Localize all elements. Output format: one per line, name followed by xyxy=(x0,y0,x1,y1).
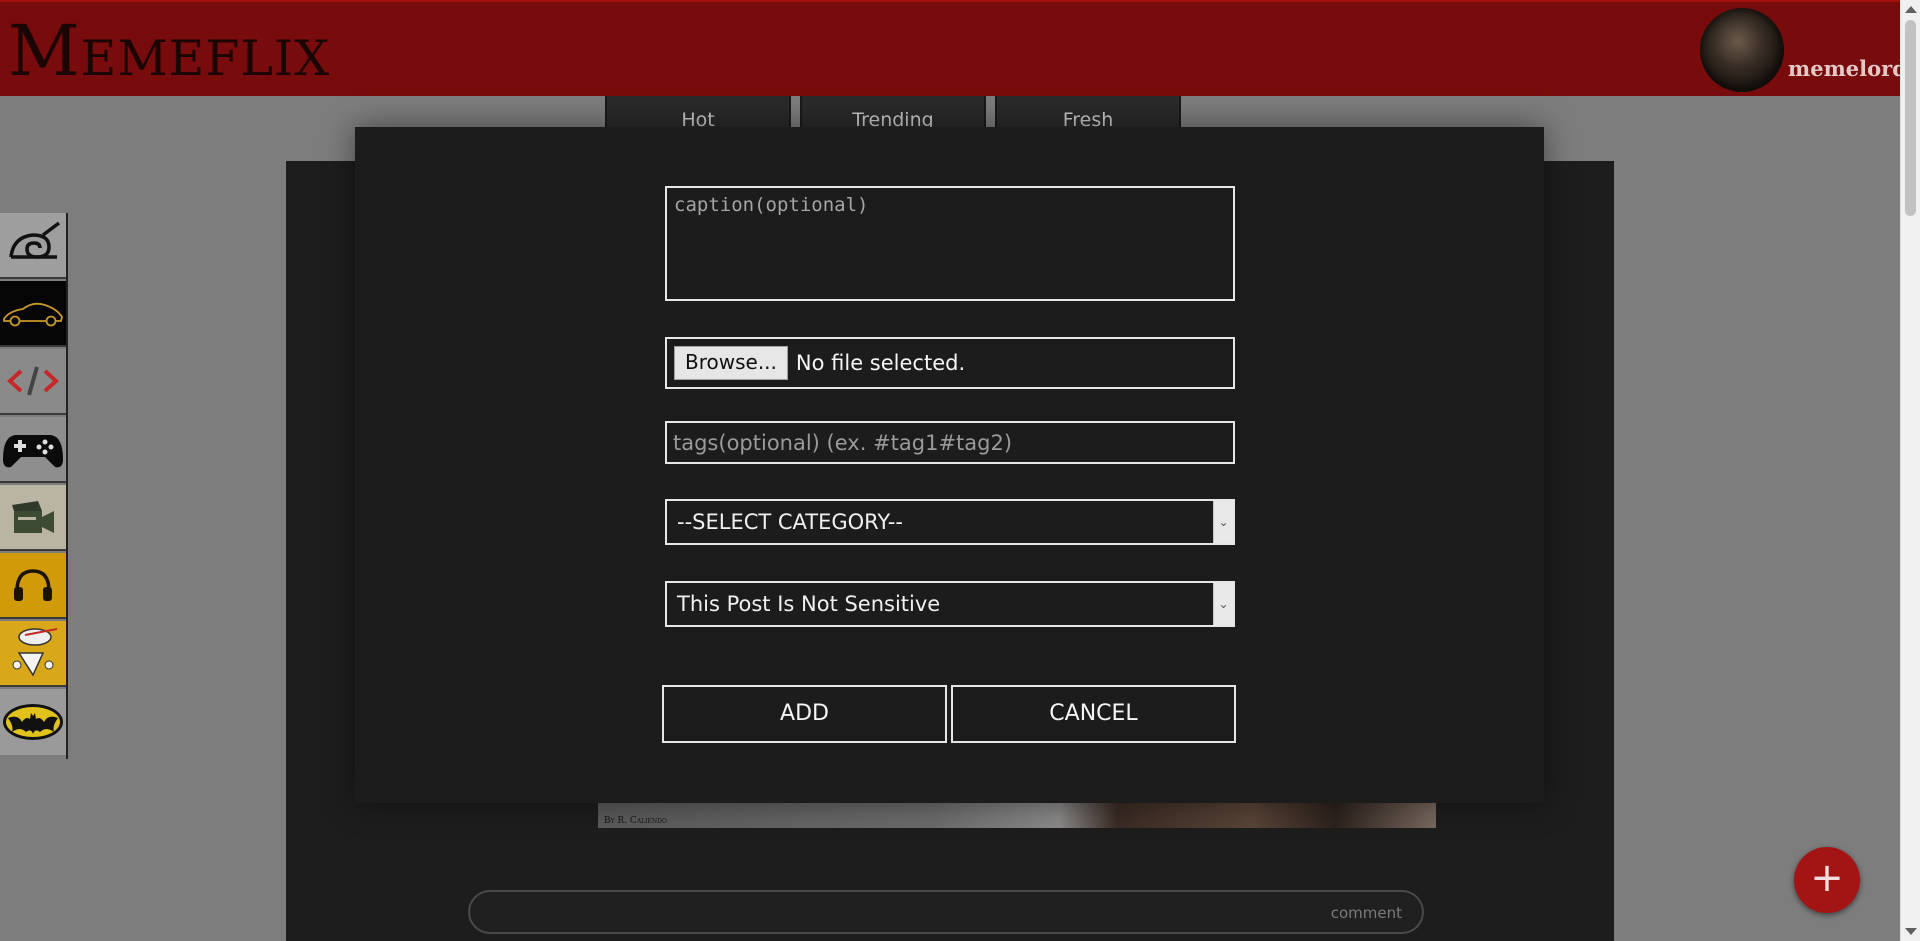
category-sidebar xyxy=(0,213,68,759)
scroll-down-icon[interactable] xyxy=(1905,928,1917,935)
username-label[interactable]: memelord xyxy=(1788,56,1907,81)
category-cars[interactable] xyxy=(0,281,66,347)
category-gaming[interactable] xyxy=(0,417,66,483)
user-avatar[interactable] xyxy=(1700,8,1784,92)
gamepad-icon xyxy=(3,435,63,468)
category-anime[interactable] xyxy=(0,213,66,279)
site-logo[interactable]: Memeflix xyxy=(8,16,330,86)
add-post-modal: Browse... No file selected. --SELECT CAT… xyxy=(355,127,1544,803)
cartoon-character-icon xyxy=(12,628,58,677)
cancel-button[interactable]: CANCEL xyxy=(951,685,1236,743)
add-post-button[interactable]: + xyxy=(1794,847,1860,913)
page-scrollbar[interactable] xyxy=(1900,0,1920,941)
clapperboard-icon xyxy=(12,501,54,533)
category-superheroes[interactable] xyxy=(0,689,66,755)
category-music[interactable] xyxy=(0,553,66,619)
file-status-text: No file selected. xyxy=(795,351,966,375)
sensitivity-select[interactable]: This Post Is Not Sensitive ⌄ xyxy=(665,581,1235,627)
headphones-icon xyxy=(14,569,52,601)
scroll-thumb[interactable] xyxy=(1905,20,1916,216)
file-input[interactable]: Browse... No file selected. xyxy=(665,337,1235,389)
top-header: Memeflix memelord xyxy=(0,0,1907,96)
category-cartoons[interactable] xyxy=(0,621,66,687)
category-programming[interactable] xyxy=(0,349,66,415)
category-movies[interactable] xyxy=(0,485,66,551)
tags-input[interactable] xyxy=(665,421,1235,464)
browse-button[interactable]: Browse... xyxy=(674,346,788,380)
meme-credit-text: By R. Caliendo xyxy=(604,816,667,826)
caption-textarea[interactable] xyxy=(665,186,1235,301)
add-button[interactable]: ADD xyxy=(662,685,947,743)
chevron-down-icon[interactable]: ⌄ xyxy=(1213,501,1233,543)
comment-input[interactable]: comment xyxy=(468,890,1424,934)
sports-car-icon xyxy=(3,302,63,327)
leaf-village-icon xyxy=(9,221,61,259)
category-select[interactable]: --SELECT CATEGORY-- ⌄ xyxy=(665,499,1235,545)
scroll-up-icon[interactable] xyxy=(1905,6,1917,13)
category-select-value: --SELECT CATEGORY-- xyxy=(677,510,903,534)
chevron-down-icon[interactable]: ⌄ xyxy=(1213,583,1233,625)
meme-image[interactable] xyxy=(598,800,1436,828)
batman-icon xyxy=(3,704,63,740)
code-icon xyxy=(7,366,59,396)
comment-placeholder: comment xyxy=(1330,904,1402,922)
sensitivity-select-value: This Post Is Not Sensitive xyxy=(677,592,941,616)
